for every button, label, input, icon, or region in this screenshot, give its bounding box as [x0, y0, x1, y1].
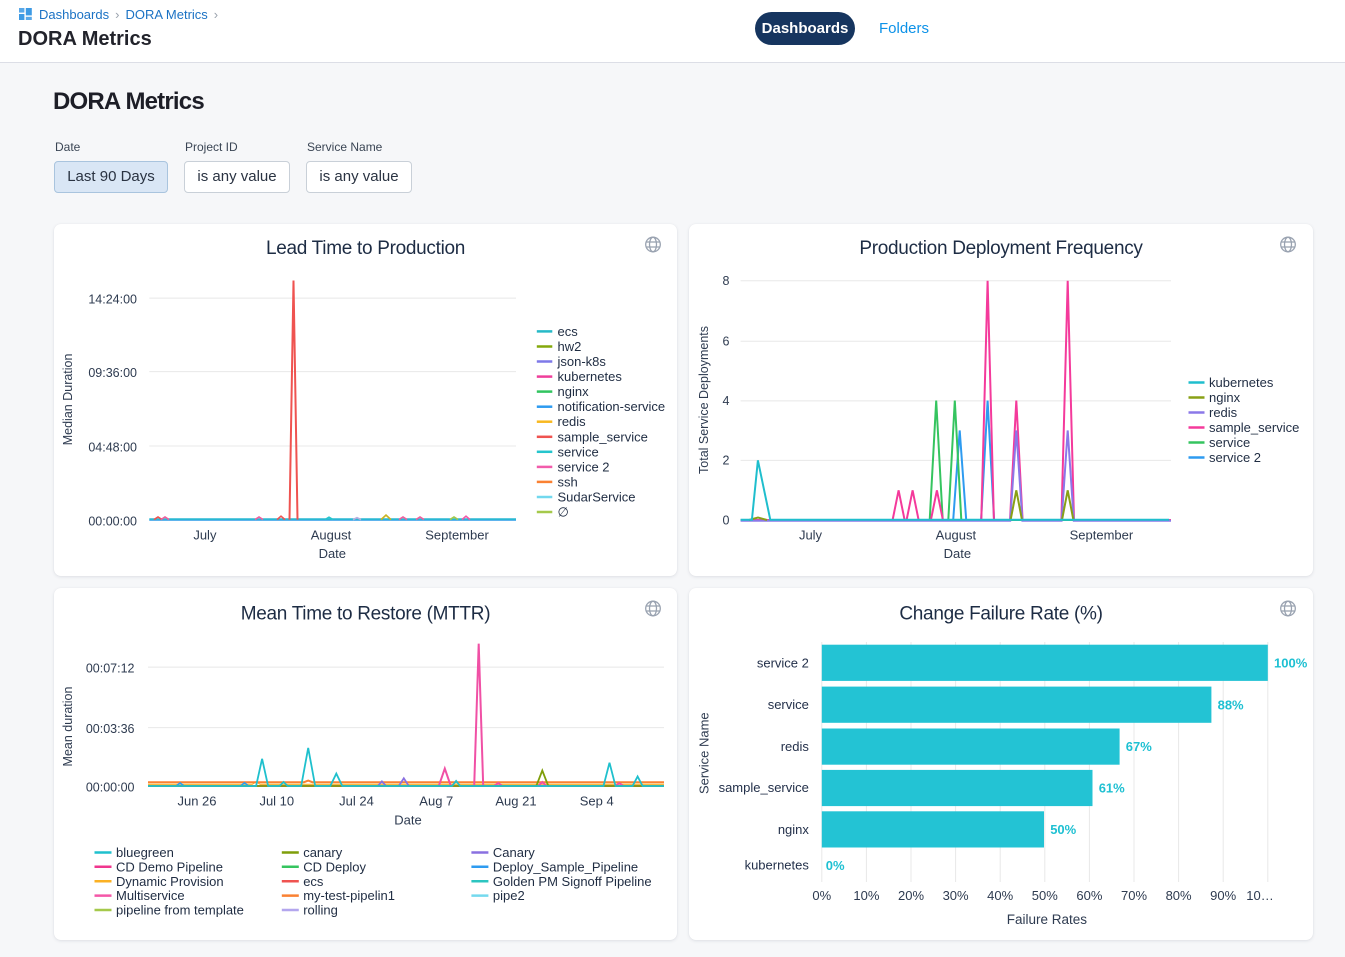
- svg-text:redis: redis: [1209, 405, 1238, 420]
- svg-text:Date: Date: [319, 546, 346, 561]
- svg-text:July: July: [193, 528, 217, 543]
- svg-text:0: 0: [723, 513, 730, 527]
- svg-text:service 2: service 2: [558, 459, 610, 474]
- svg-text:67%: 67%: [1126, 739, 1152, 754]
- svg-text:Total Service Deployments: Total Service Deployments: [697, 326, 711, 474]
- svg-text:20%: 20%: [898, 888, 924, 903]
- svg-text:redis: redis: [781, 739, 810, 754]
- svg-text:CD Deploy: CD Deploy: [303, 859, 366, 874]
- svg-text:00:07:12: 00:07:12: [86, 661, 135, 675]
- svg-text:Jul 10: Jul 10: [259, 793, 294, 808]
- svg-text:kubernetes: kubernetes: [1209, 375, 1274, 390]
- svg-text:kubernetes: kubernetes: [558, 369, 623, 384]
- svg-text:Change Failure Rate (%): Change Failure Rate (%): [899, 603, 1102, 624]
- svg-text:Jul 24: Jul 24: [339, 793, 374, 808]
- svg-text:sample_service: sample_service: [719, 780, 809, 795]
- svg-text:Dynamic Provision: Dynamic Provision: [116, 874, 224, 889]
- svg-text:10…: 10…: [1246, 888, 1273, 903]
- svg-text:60%: 60%: [1076, 888, 1102, 903]
- svg-text:Date: Date: [944, 546, 971, 561]
- svg-text:SudarService: SudarService: [558, 490, 636, 505]
- svg-text:10%: 10%: [853, 888, 879, 903]
- svg-text:4: 4: [723, 394, 730, 408]
- svg-text:service: service: [1209, 435, 1250, 450]
- svg-text:Median Duration: Median Duration: [61, 353, 75, 445]
- svg-text:service: service: [768, 697, 809, 712]
- svg-text:88%: 88%: [1218, 697, 1244, 712]
- svg-text:09:36:00: 09:36:00: [88, 366, 137, 380]
- svg-text:service: service: [558, 444, 599, 459]
- svg-text:August: August: [936, 528, 977, 543]
- svg-text:sample_service: sample_service: [1209, 420, 1299, 435]
- svg-text:8: 8: [723, 274, 730, 288]
- svg-text:Golden PM Signoff Pipeline: Golden PM Signoff Pipeline: [493, 874, 652, 889]
- svg-text:pipe2: pipe2: [493, 888, 525, 903]
- svg-text:50%: 50%: [1032, 888, 1058, 903]
- svg-text:04:48:00: 04:48:00: [88, 440, 137, 454]
- svg-text:nginx: nginx: [778, 822, 810, 837]
- svg-text:redis: redis: [558, 414, 587, 429]
- svg-text:my-test-pipelin1: my-test-pipelin1: [303, 888, 395, 903]
- svg-text:Lead Time to Production: Lead Time to Production: [266, 238, 465, 259]
- svg-text:rolling: rolling: [303, 903, 338, 918]
- svg-text:00:03:36: 00:03:36: [86, 722, 135, 736]
- svg-text:90%: 90%: [1210, 888, 1236, 903]
- svg-text:Service Name: Service Name: [697, 712, 712, 794]
- svg-text:00:00:00: 00:00:00: [86, 780, 135, 794]
- svg-text:hw2: hw2: [558, 339, 582, 354]
- svg-text:61%: 61%: [1099, 780, 1125, 795]
- svg-text:40%: 40%: [987, 888, 1013, 903]
- svg-text:Aug 21: Aug 21: [495, 793, 536, 808]
- svg-text:json-k8s: json-k8s: [557, 354, 607, 369]
- svg-text:service 2: service 2: [757, 655, 809, 670]
- svg-text:14:24:00: 14:24:00: [88, 293, 137, 307]
- svg-text:kubernetes: kubernetes: [745, 858, 810, 873]
- svg-text:Multiservice: Multiservice: [116, 888, 185, 903]
- svg-text:sample_service: sample_service: [558, 429, 648, 444]
- svg-text:Deploy_Sample_Pipeline: Deploy_Sample_Pipeline: [493, 859, 638, 874]
- svg-text:0%: 0%: [812, 888, 831, 903]
- svg-text:80%: 80%: [1166, 888, 1192, 903]
- svg-text:Jun 26: Jun 26: [177, 793, 216, 808]
- svg-text:September: September: [425, 528, 489, 543]
- svg-text:nginx: nginx: [1209, 390, 1241, 405]
- svg-text:bluegreen: bluegreen: [116, 845, 174, 860]
- svg-text:August: August: [311, 528, 352, 543]
- svg-text:Aug 7: Aug 7: [419, 793, 453, 808]
- svg-text:pipeline from template: pipeline from template: [116, 903, 244, 918]
- svg-text:30%: 30%: [943, 888, 969, 903]
- svg-text:50%: 50%: [1050, 822, 1076, 837]
- svg-text:ssh: ssh: [558, 474, 578, 489]
- svg-text:0%: 0%: [826, 858, 845, 873]
- svg-text:00:00:00: 00:00:00: [88, 515, 137, 529]
- svg-text:September: September: [1070, 528, 1134, 543]
- svg-text:∅: ∅: [558, 505, 569, 520]
- svg-text:Sep 4: Sep 4: [580, 793, 614, 808]
- svg-text:ecs: ecs: [558, 324, 579, 339]
- svg-text:July: July: [799, 528, 823, 543]
- svg-text:ecs: ecs: [303, 874, 324, 889]
- svg-text:Mean Time to Restore (MTTR): Mean Time to Restore (MTTR): [241, 603, 491, 624]
- svg-text:canary: canary: [303, 845, 343, 860]
- svg-text:Date: Date: [394, 813, 421, 828]
- svg-text:Production Deployment Frequenc: Production Deployment Frequency: [859, 238, 1143, 259]
- svg-text:2: 2: [723, 454, 730, 468]
- svg-text:Mean duration: Mean duration: [61, 686, 75, 766]
- svg-text:notification-service: notification-service: [558, 399, 666, 414]
- svg-text:Failure Rates: Failure Rates: [1007, 912, 1088, 927]
- svg-text:service 2: service 2: [1209, 450, 1261, 465]
- svg-text:100%: 100%: [1274, 656, 1308, 671]
- svg-text:6: 6: [723, 335, 730, 349]
- svg-text:nginx: nginx: [558, 384, 590, 399]
- svg-text:Canary: Canary: [493, 845, 535, 860]
- svg-text:70%: 70%: [1121, 888, 1147, 903]
- svg-text:CD Demo Pipeline: CD Demo Pipeline: [116, 859, 223, 874]
